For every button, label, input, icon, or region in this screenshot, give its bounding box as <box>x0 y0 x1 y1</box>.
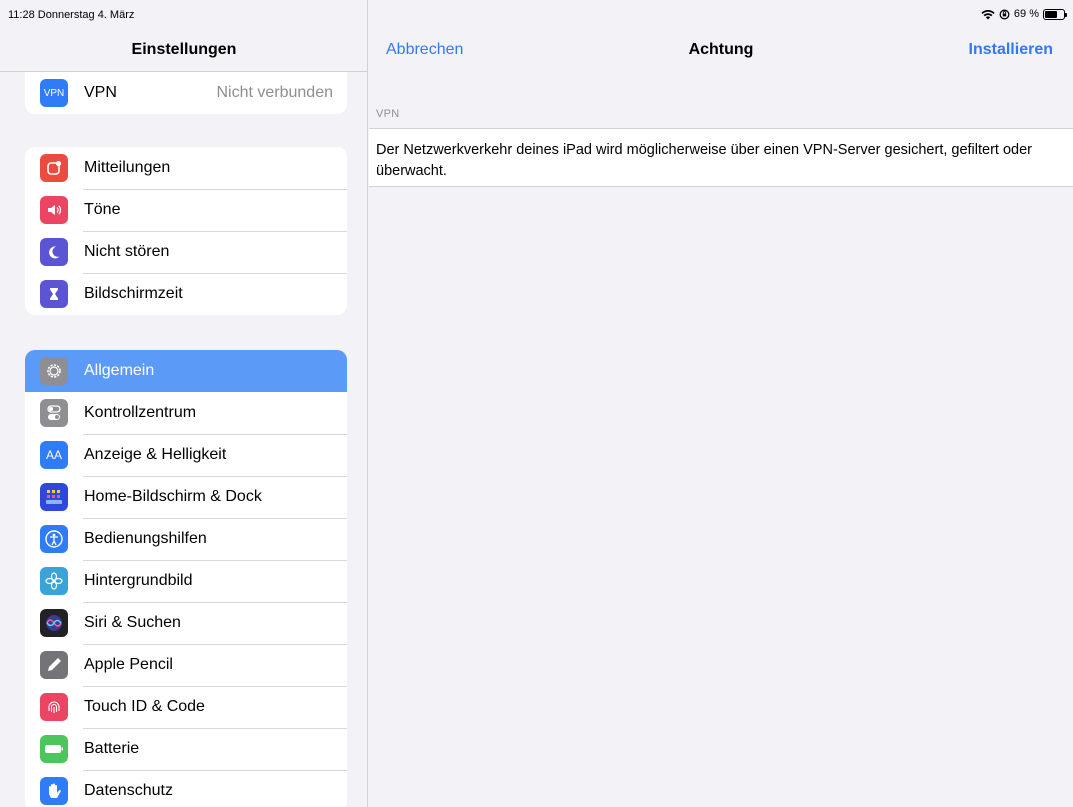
navigation-bar: Abbrechen Achtung Installieren <box>369 30 1073 72</box>
wifi-icon <box>981 9 995 20</box>
sidebar-item-label: Hintergrundbild <box>84 572 193 589</box>
vpn-warning-message: Der Netzwerkverkehr deines iPad wird mög… <box>369 128 1073 187</box>
sidebar-item-nicht-stoeren[interactable]: Nicht stören <box>25 231 347 273</box>
sidebar-item-anzeige-helligkeit[interactable]: AA Anzeige & Helligkeit <box>25 434 347 476</box>
sidebar-item-hintergrundbild[interactable]: Hintergrundbild <box>25 560 347 602</box>
cancel-button[interactable]: Abbrechen <box>386 41 463 59</box>
gear-icon <box>40 357 68 385</box>
sidebar-item-label: Allgemein <box>84 362 155 379</box>
sidebar-item-apple-pencil[interactable]: Apple Pencil <box>25 644 347 686</box>
sidebar-item-mitteilungen[interactable]: Mitteilungen <box>25 147 347 189</box>
status-bar: 11:28 Donnerstag 4. März 69 % <box>0 0 1073 30</box>
vpn-status-value: Nicht verbunden <box>216 84 333 101</box>
flower-icon <box>40 567 68 595</box>
sidebar-item-label: Apple Pencil <box>84 656 173 673</box>
sidebar-item-label: Datenschutz <box>84 782 173 799</box>
settings-sidebar: Einstellungen VPN VPN Nicht verbunden Mi… <box>0 0 368 807</box>
sidebar-item-vpn[interactable]: VPN VPN Nicht verbunden <box>25 72 347 114</box>
sidebar-item-label: Bildschirmzeit <box>84 285 183 302</box>
sidebar-item-kontrollzentrum[interactable]: Kontrollzentrum <box>25 392 347 434</box>
vpn-warning-sheet: Abbrechen Achtung Installieren VPN Der N… <box>369 0 1073 807</box>
app-grid-icon <box>40 483 68 511</box>
sidebar-item-label: Anzeige & Helligkeit <box>84 446 227 463</box>
section-header-vpn: VPN <box>376 108 400 120</box>
fingerprint-icon <box>40 693 68 721</box>
battery-fill <box>1045 10 1058 18</box>
status-right: 69 % <box>981 8 1067 20</box>
sidebar-item-home-bildschirm-dock[interactable]: Home-Bildschirm & Dock <box>25 476 347 518</box>
vpn-icon: VPN <box>40 79 68 107</box>
toggles-icon <box>40 399 68 427</box>
sidebar-item-label: Home-Bildschirm & Dock <box>84 488 262 505</box>
accessibility-icon <box>40 525 68 553</box>
sidebar-item-bedienungshilfen[interactable]: Bedienungshilfen <box>25 518 347 560</box>
sidebar-item-label: Bedienungshilfen <box>84 530 207 547</box>
sidebar-item-label: VPN <box>84 84 117 101</box>
sidebar-item-bildschirmzeit[interactable]: Bildschirmzeit <box>25 273 347 315</box>
sidebar-item-siri-suchen[interactable]: Siri & Suchen <box>25 602 347 644</box>
sidebar-item-label: Töne <box>84 201 121 218</box>
battery-icon <box>40 735 68 763</box>
sidebar-title: Einstellungen <box>131 41 237 58</box>
pencil-icon <box>40 651 68 679</box>
speaker-icon <box>40 196 68 224</box>
sidebar-item-label: Batterie <box>84 740 140 757</box>
sidebar-item-toene[interactable]: Töne <box>25 189 347 231</box>
page-title: Achtung <box>688 41 754 58</box>
hand-icon <box>40 777 68 805</box>
sidebar-item-allgemein[interactable]: Allgemein <box>25 350 347 392</box>
sidebar-item-label: Touch ID & Code <box>84 698 205 715</box>
hourglass-icon <box>40 280 68 308</box>
siri-icon <box>40 609 68 637</box>
settings-group-general: Allgemein Kontrollzentrum AA Anzeige & H… <box>25 350 347 807</box>
orientation-lock-icon <box>999 9 1010 20</box>
sidebar-item-touch-id-code[interactable]: Touch ID & Code <box>25 686 347 728</box>
status-time: 11:28 Donnerstag 4. März <box>8 9 135 21</box>
sidebar-item-datenschutz[interactable]: Datenschutz <box>25 770 347 807</box>
notifications-icon <box>40 154 68 182</box>
sidebar-item-label: Nicht stören <box>84 243 170 260</box>
moon-icon <box>40 238 68 266</box>
settings-group-notifications: Mitteilungen Töne Nicht stören Bildschir… <box>25 147 347 315</box>
battery-percent: 69 % <box>1013 8 1039 20</box>
sidebar-item-label: Siri & Suchen <box>84 614 181 631</box>
sidebar-item-label: Kontrollzentrum <box>84 404 197 421</box>
sidebar-item-label: Mitteilungen <box>84 159 171 176</box>
install-button[interactable]: Installieren <box>969 41 1053 59</box>
text-size-icon: AA <box>40 441 68 469</box>
battery-indicator <box>1043 8 1067 20</box>
settings-group-vpn: VPN VPN Nicht verbunden <box>25 72 347 114</box>
sidebar-item-batterie[interactable]: Batterie <box>25 728 347 770</box>
